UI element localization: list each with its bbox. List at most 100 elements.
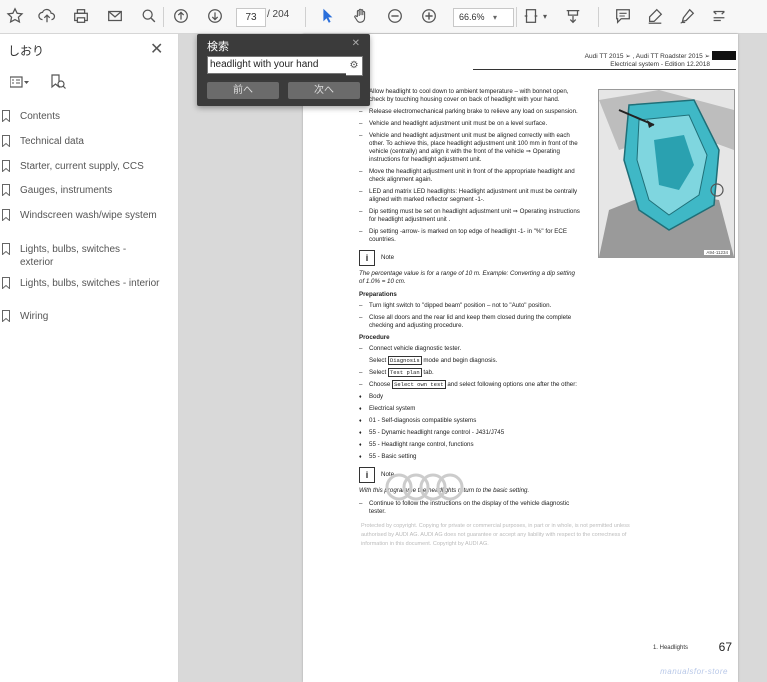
bullet-item: Continue to follow the instructions on t…: [359, 500, 581, 516]
procedure-heading: Procedure: [359, 334, 390, 341]
zoom-value: 66.6%: [459, 12, 485, 22]
bullet-item: LED and matrix LED headlights: Headlight…: [359, 188, 581, 204]
zoom-in-icon[interactable]: [418, 5, 440, 27]
search-input[interactable]: headlight with your hand: [207, 56, 349, 74]
bookmark-label: Starter, current supply, CCS: [20, 161, 144, 172]
previous-result-button[interactable]: 前へ: [207, 82, 279, 99]
step-text: Select: [369, 357, 387, 364]
upload-icon[interactable]: [36, 5, 58, 27]
comment-icon[interactable]: [612, 5, 634, 27]
bookmark-icon: [2, 110, 10, 122]
preparations-heading: Preparations: [359, 291, 397, 298]
bullet-item: Move the headlight adjustment unit in fr…: [359, 168, 581, 184]
ui-term: Select own test: [392, 380, 446, 389]
headlight-figure: A94-11234: [598, 89, 735, 258]
bullet-item: Connect vehicle diagnostic tester.: [359, 345, 581, 353]
bullet-item: Allow headlight to cool down to ambient …: [359, 88, 581, 104]
step-select-diagnosis: Select Diagnosis mode and begin diagnosi…: [359, 356, 581, 365]
close-icon[interactable]: ✕: [352, 38, 360, 49]
sign-icon[interactable]: [676, 5, 698, 27]
step-text: and select following options one after t…: [447, 381, 577, 388]
bookmark-label: Gauges, instruments: [20, 185, 113, 196]
bookmark-item-windscreen[interactable]: Windscreen wash/wipe system: [2, 209, 160, 222]
hand-icon[interactable]: [350, 5, 372, 27]
bookmark-star-icon[interactable]: [4, 5, 26, 27]
page-text-column: Allow headlight to cool down to ambient …: [359, 88, 581, 520]
bookmarks-sidebar: しおり ✕ Contents Technical data Starter, c…: [0, 34, 179, 682]
zoom-out-icon[interactable]: [384, 5, 406, 27]
bullet-item: Release electromechanical parking brake …: [359, 108, 581, 116]
gear-icon[interactable]: ⚙: [346, 56, 363, 76]
pdf-page: Audi TT 2015 ➢ , Audi TT Roadster 2015 ➢…: [303, 34, 738, 682]
page-header-model: Audi TT 2015 ➢ , Audi TT Roadster 2015 ➢: [584, 53, 710, 60]
header-rule: [473, 69, 736, 70]
more-icon[interactable]: [708, 5, 730, 27]
page-number: 67: [718, 640, 732, 654]
ui-term: Test plan: [387, 368, 422, 377]
fit-page-icon[interactable]: [520, 5, 542, 27]
highlight-pen-icon[interactable]: [644, 5, 666, 27]
options-menu-icon[interactable]: [9, 76, 30, 95]
info-icon: i: [359, 250, 375, 266]
bookmark-item-gauges[interactable]: Gauges, instruments: [2, 184, 160, 197]
ui-term: Diagnosis: [387, 356, 422, 365]
note-text: The percentage value is for a range of 1…: [359, 270, 575, 285]
chevron-down-icon[interactable]: ▾: [493, 8, 497, 27]
bookmark-icon: [2, 160, 10, 172]
option-item: Body: [359, 393, 581, 401]
bookmark-item-contents[interactable]: Contents: [2, 110, 160, 123]
bookmark-item-lights-exterior[interactable]: Lights, bulbs, switches - exterior: [2, 243, 160, 269]
audi-header-logo: [712, 51, 736, 60]
zoom-select[interactable]: 66.6%: [453, 8, 514, 27]
step-text: Select: [369, 369, 387, 376]
option-item: 55 - Headlight range control, functions: [359, 441, 581, 449]
page-header-edition: Electrical system - Edition 12.2018: [610, 61, 710, 68]
bullet-item: Vehicle and headlight adjustment unit mu…: [359, 120, 581, 128]
bookmark-label: Windscreen wash/wipe system: [20, 210, 157, 221]
note-block: i Note: [359, 250, 581, 266]
bookmark-label: Contents: [20, 111, 61, 122]
bookmark-item-wiring[interactable]: Wiring: [2, 310, 160, 323]
step-text: Choose: [369, 381, 391, 388]
print-icon[interactable]: [70, 5, 92, 27]
email-icon[interactable]: [104, 5, 126, 27]
bullet-item: Dip setting -arrow- is marked on top edg…: [359, 228, 581, 244]
info-icon: i: [359, 467, 375, 483]
page-total: / 204: [267, 9, 290, 20]
bookmark-label: Wiring: [20, 311, 49, 322]
bullet-item: Turn light switch to "dipped beam" posit…: [359, 302, 581, 310]
step-text: tab.: [423, 369, 434, 376]
figure-caption: A94-11234: [704, 250, 730, 255]
scroll-mode-icon[interactable]: [562, 5, 584, 27]
option-item: 55 - Dynamic headlight range control - J…: [359, 429, 581, 437]
page-number-input[interactable]: 73: [236, 8, 266, 27]
find-bookmark-icon[interactable]: [50, 74, 66, 95]
search-panel: 検索 ✕ headlight with your hand ⚙ 前へ 次へ: [197, 34, 370, 106]
bookmark-icon: [2, 184, 10, 196]
fit-chevron-icon[interactable]: ▾: [540, 5, 550, 27]
audi-rings-logo: [385, 473, 464, 501]
page-up-icon[interactable]: [170, 5, 192, 27]
zoom-search-icon[interactable]: [138, 5, 160, 27]
next-result-button[interactable]: 次へ: [288, 82, 360, 99]
note-label: Note: [381, 254, 395, 261]
copyright-watermark: Protected by copyright. Copying for priv…: [361, 523, 630, 547]
bookmark-icon: [2, 135, 10, 147]
step-choose-own-test: Choose Select own test and select follow…: [359, 380, 581, 389]
bookmark-icon: [2, 277, 10, 289]
bookmark-item-starter[interactable]: Starter, current supply, CCS: [2, 160, 160, 173]
page-down-icon[interactable]: [204, 5, 226, 27]
main-toolbar: 73 / 204 66.6% ▾ ▾: [0, 0, 767, 34]
sidebar-title: しおり: [8, 44, 45, 58]
bullet-item: Dip setting must be set on headlight adj…: [359, 208, 581, 224]
option-item: 55 - Basic setting: [359, 453, 581, 461]
search-title: 検索: [207, 41, 229, 53]
option-item: 01 - Self-diagnosis compatible systems: [359, 417, 581, 425]
bookmark-icon: [2, 209, 10, 221]
sidebar-tools: [8, 74, 168, 92]
close-icon[interactable]: ✕: [150, 39, 163, 59]
bookmark-item-lights-interior[interactable]: Lights, bulbs, switches - interior: [2, 277, 160, 290]
select-cursor-icon[interactable]: [316, 5, 338, 27]
document-viewport: Audi TT 2015 ➢ , Audi TT Roadster 2015 ➢…: [179, 34, 767, 682]
bookmark-item-technical-data[interactable]: Technical data: [2, 135, 160, 148]
